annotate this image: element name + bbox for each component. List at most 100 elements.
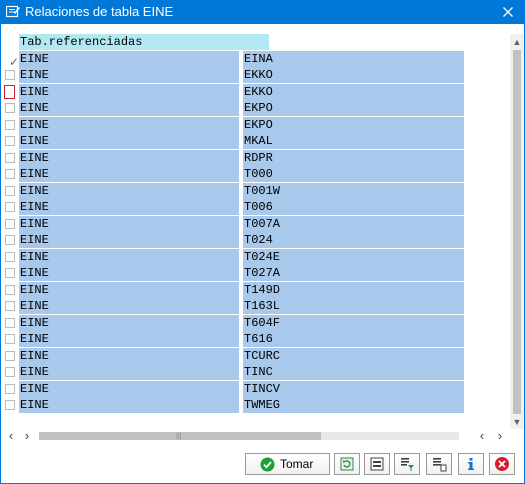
- close-button[interactable]: [491, 0, 525, 24]
- scroll-right-icon-right[interactable]: ›: [493, 428, 507, 444]
- table-cell-referenced: T024: [243, 232, 464, 248]
- row-select-checkbox[interactable]: [5, 400, 15, 410]
- table-row[interactable]: EINE T149D: [1, 281, 510, 298]
- table-row[interactable]: EINE T007A: [1, 215, 510, 232]
- row-select-checkbox[interactable]: ✓: [5, 54, 19, 69]
- row-select-checkbox[interactable]: [5, 268, 15, 278]
- table-cell-referenced: T007A: [243, 215, 464, 232]
- table-row[interactable]: EINE T604F: [1, 314, 510, 331]
- horizontal-scroll-thumb[interactable]: |||: [39, 432, 321, 440]
- table-row[interactable]: EINE TCURC: [1, 347, 510, 364]
- table-cell-source: EINE: [19, 182, 239, 199]
- row-select-checkbox[interactable]: [5, 169, 15, 179]
- scroll-grip: |||: [176, 433, 182, 440]
- filter-button[interactable]: [394, 453, 420, 475]
- table-row[interactable]: ✓ EINE EINA: [1, 50, 510, 69]
- table-row[interactable]: EINE T163L: [1, 298, 510, 314]
- row-select-checkbox[interactable]: [5, 103, 15, 113]
- horizontal-scroll-track[interactable]: |||: [39, 432, 459, 440]
- scroll-left-icon-right[interactable]: ‹: [475, 428, 489, 444]
- cancel-icon: [495, 457, 509, 471]
- table-cell-referenced: T616: [243, 331, 464, 347]
- row-select-checkbox[interactable]: [5, 334, 15, 344]
- table-cell-referenced: T604F: [243, 314, 464, 331]
- tomar-button[interactable]: Tomar: [245, 453, 330, 475]
- table-cell-source: EINE: [19, 215, 239, 232]
- table-row[interactable]: EINE EKPO: [1, 116, 510, 133]
- table-cell-referenced: RDPR: [243, 149, 464, 166]
- filter-icon: [401, 458, 414, 471]
- table-row[interactable]: EINE T000: [1, 166, 510, 182]
- scroll-left-icon[interactable]: ‹: [4, 428, 18, 444]
- table-row[interactable]: EINE T027A: [1, 265, 510, 281]
- table-row[interactable]: EINE EKKO: [1, 83, 510, 100]
- table-row[interactable]: EINE TINCV: [1, 380, 510, 397]
- table-row[interactable]: EINE T616: [1, 331, 510, 347]
- refresh-button[interactable]: [334, 453, 360, 475]
- table-cell-referenced: EKPO: [243, 100, 464, 116]
- info-button[interactable]: [458, 453, 484, 475]
- table-cell-source: EINE: [19, 298, 239, 314]
- table-cell-referenced: EINA: [243, 50, 464, 67]
- row-select-checkbox[interactable]: [5, 136, 15, 146]
- table-cell-referenced: T024E: [243, 248, 464, 265]
- select-all-icon: [370, 457, 384, 471]
- table-row[interactable]: EINE RDPR: [1, 149, 510, 166]
- select-all-button[interactable]: [364, 453, 390, 475]
- row-select-checkbox[interactable]: [5, 185, 15, 196]
- table-row[interactable]: EINE TINC: [1, 364, 510, 380]
- table-cell-source: EINE: [19, 199, 239, 215]
- row-select-checkbox[interactable]: [5, 235, 15, 245]
- table-row[interactable]: EINE EKPO: [1, 100, 510, 116]
- table-cell-source: EINE: [19, 67, 239, 83]
- table-row[interactable]: EINE T024E: [1, 248, 510, 265]
- row-select-checkbox[interactable]: [5, 284, 15, 295]
- table-cell-source: EINE: [19, 149, 239, 166]
- table-row[interactable]: EINE T001W: [1, 182, 510, 199]
- table-cell-referenced: TWMEG: [243, 397, 464, 413]
- check-circle-icon: [260, 457, 275, 471]
- table-row[interactable]: EINE TWMEG: [1, 397, 510, 413]
- row-select-checkbox[interactable]: [5, 70, 15, 80]
- table-cell-source: EINE: [19, 100, 239, 116]
- row-select-checkbox[interactable]: [5, 202, 15, 212]
- table-cell-referenced: EKPO: [243, 116, 464, 133]
- detail-icon: [433, 458, 447, 472]
- table-cell-source: EINE: [19, 397, 239, 413]
- refresh-icon: [340, 457, 354, 471]
- table-cell-referenced: MKAL: [243, 133, 464, 149]
- horizontal-scrollbar: ‹ › ||| ‹ ›: [1, 426, 524, 446]
- table-cell-referenced: T149D: [243, 281, 464, 298]
- table-cell-referenced: T163L: [243, 298, 464, 314]
- row-select-checkbox[interactable]: [5, 301, 15, 311]
- scroll-up-arrow-icon[interactable]: ▲: [510, 35, 524, 49]
- dialog-body: Tab.referenciadas ✓ EINE EINA EINE EKKO EINE E…: [0, 24, 525, 484]
- detail-button[interactable]: [426, 453, 452, 475]
- window-title: Relaciones de tabla EINE: [25, 4, 174, 19]
- cancel-button[interactable]: [489, 453, 515, 475]
- row-select-checkbox[interactable]: [5, 317, 15, 328]
- row-select-checkbox[interactable]: [5, 251, 15, 262]
- table-cell-source: EINE: [19, 347, 239, 364]
- row-select-checkbox[interactable]: [5, 119, 15, 130]
- row-select-checkbox[interactable]: [5, 152, 15, 163]
- row-select-checkbox[interactable]: [5, 367, 15, 377]
- table-cell-referenced: EKKO: [243, 67, 464, 83]
- table-row[interactable]: EINE T006: [1, 199, 510, 215]
- row-select-checkbox[interactable]: [5, 350, 15, 361]
- vertical-scroll-thumb[interactable]: [513, 50, 521, 414]
- table-cell-source: EINE: [19, 232, 239, 248]
- table-row[interactable]: EINE T024: [1, 232, 510, 248]
- table-row[interactable]: EINE EKKO: [1, 67, 510, 83]
- table-cell-source: EINE: [19, 331, 239, 347]
- table-cell-source: EINE: [19, 265, 239, 281]
- row-select-checkbox[interactable]: [4, 84, 15, 99]
- row-select-checkbox[interactable]: [5, 383, 15, 394]
- row-select-checkbox[interactable]: [5, 218, 15, 229]
- scroll-right-icon[interactable]: ›: [20, 428, 34, 444]
- table-row[interactable]: EINE MKAL: [1, 133, 510, 149]
- table-cell-referenced: T000: [243, 166, 464, 182]
- window-app-icon: [6, 5, 20, 18]
- vertical-scrollbar[interactable]: ▲ ▼: [510, 34, 524, 429]
- table-cell-referenced: T027A: [243, 265, 464, 281]
